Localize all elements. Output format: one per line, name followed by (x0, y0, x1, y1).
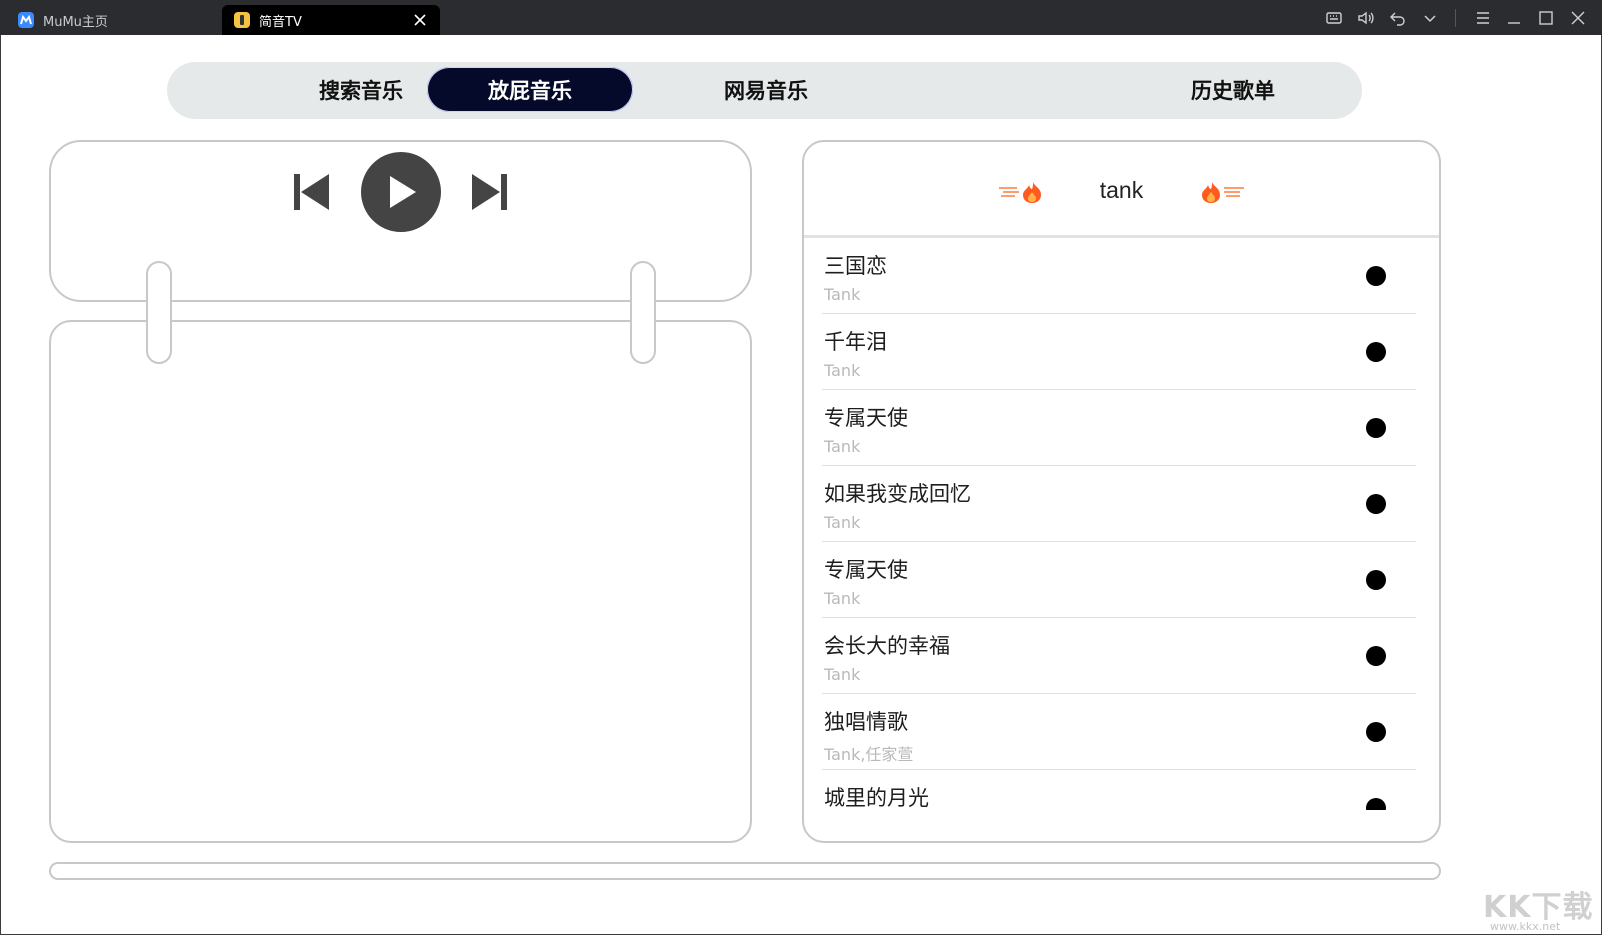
tab-jianyin-tv[interactable]: 简音TV (222, 5, 440, 35)
chevron-down-icon[interactable] (1421, 9, 1439, 27)
top-nav: 搜索音乐 放屁音乐 网易音乐 历史歌单 (167, 62, 1362, 119)
song-artist: Tank,任家萱 (824, 745, 914, 764)
song-action-dot[interactable] (1366, 646, 1386, 666)
jianyin-app-icon (234, 12, 250, 28)
song-artist: Tank (824, 285, 861, 304)
song-row[interactable]: 独唱情歌 Tank,任家萱 (822, 694, 1416, 770)
song-row[interactable]: 专属天使 Tank (822, 542, 1416, 618)
window-titlebar: MuMu主页 简音TV (0, 0, 1602, 35)
song-row[interactable]: 如果我变成回忆 Tank (822, 466, 1416, 542)
song-title: 城里的月光 (824, 786, 929, 810)
tab-label: 简音TV (259, 14, 302, 30)
fire-icon (1202, 182, 1244, 203)
song-title: 千年泪 (824, 330, 887, 354)
playlist-panel: tank 三国恋 Tank 千年泪 Tank 专属天使 Tank 如果我变成回忆… (802, 140, 1441, 843)
song-row[interactable]: 会长大的幸福 Tank (822, 618, 1416, 694)
song-row[interactable]: 专属天使 Tank (822, 390, 1416, 466)
close-window-icon[interactable] (1569, 9, 1587, 27)
titlebar-divider (1455, 9, 1456, 27)
next-icon (472, 174, 507, 210)
song-title: 专属天使 (824, 406, 908, 430)
keyboard-icon[interactable] (1325, 9, 1343, 27)
play-button[interactable] (361, 152, 441, 232)
close-tab-icon[interactable] (412, 12, 428, 28)
maximize-icon[interactable] (1537, 9, 1555, 27)
song-list: 三国恋 Tank 千年泪 Tank 专属天使 Tank 如果我变成回忆 Tank… (822, 238, 1416, 810)
tab-mumu-home[interactable]: MuMu主页 (14, 5, 214, 35)
song-action-dot[interactable] (1366, 342, 1386, 362)
song-title: 会长大的幸福 (824, 634, 950, 658)
song-title: 专属天使 (824, 558, 908, 582)
song-title: 如果我变成回忆 (824, 482, 971, 506)
tab-fart-music[interactable]: 放屁音乐 (427, 67, 633, 112)
song-artist: Tank (824, 513, 861, 532)
next-track-button[interactable] (470, 172, 508, 216)
minimize-icon[interactable] (1505, 9, 1523, 27)
lyrics-display-panel (49, 320, 752, 843)
song-action-dot[interactable] (1366, 722, 1386, 742)
connector-right (630, 261, 656, 364)
song-artist: Tank (824, 589, 861, 608)
watermark-url: www.kkx.net (1490, 920, 1561, 933)
song-action-dot[interactable] (1366, 494, 1386, 514)
tab-netease-music[interactable]: 网易音乐 (663, 67, 869, 112)
song-row[interactable]: 城里的月光 (822, 770, 1416, 810)
playback-progress-bar[interactable] (49, 862, 1441, 880)
song-row[interactable]: 三国恋 Tank (822, 238, 1416, 314)
volume-icon[interactable] (1357, 9, 1375, 27)
song-action-dot[interactable] (1366, 266, 1386, 286)
song-title: 独唱情歌 (824, 710, 908, 734)
playlist-artist-name: tank (1099, 176, 1144, 203)
playlist-header: tank (804, 142, 1439, 238)
play-icon (390, 176, 416, 208)
song-action-dot[interactable] (1366, 570, 1386, 590)
mumu-logo-icon (18, 12, 34, 28)
song-row[interactable]: 千年泪 Tank (822, 314, 1416, 390)
song-title: 三国恋 (824, 254, 887, 278)
song-action-dot[interactable] (1366, 418, 1386, 438)
tab-label: MuMu主页 (43, 14, 108, 30)
menu-icon[interactable] (1474, 9, 1492, 27)
tab-history-playlist[interactable]: 历史歌单 (1130, 67, 1336, 112)
previous-track-button[interactable] (293, 172, 331, 216)
song-artist: Tank (824, 437, 861, 456)
previous-icon (294, 174, 329, 210)
back-icon[interactable] (1389, 9, 1407, 27)
song-artist: Tank (824, 665, 861, 684)
song-artist: Tank (824, 361, 861, 380)
connector-left (146, 261, 172, 364)
song-action-dot[interactable] (1366, 798, 1386, 810)
